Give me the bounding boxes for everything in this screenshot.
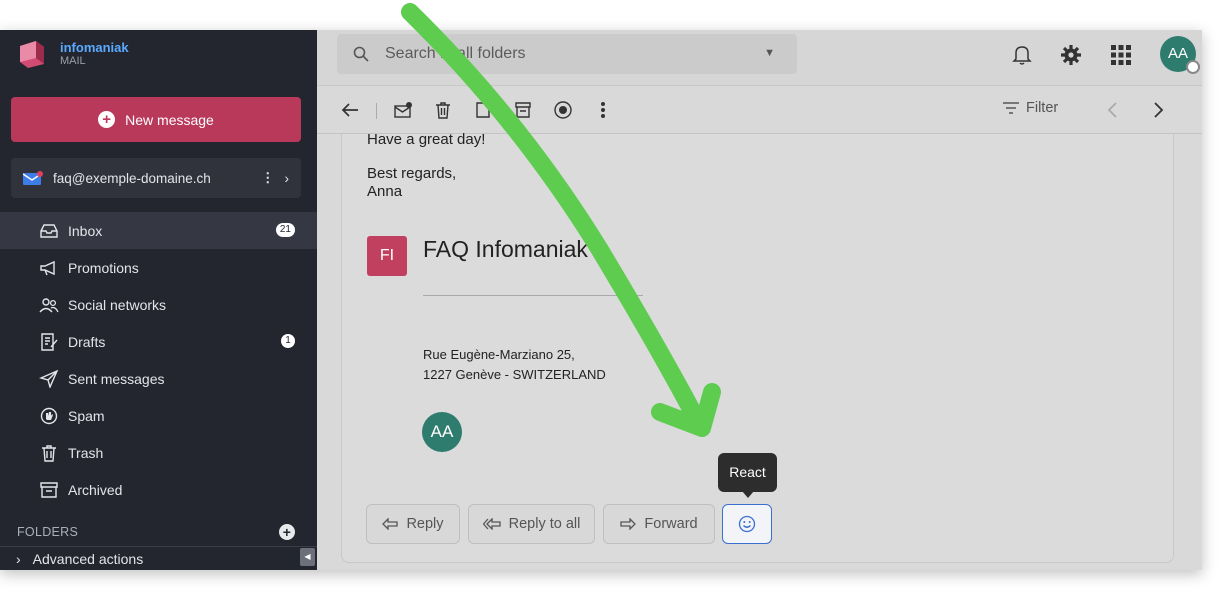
trash-icon [38, 443, 60, 463]
brand-product: MAIL [60, 55, 86, 68]
search-icon [353, 46, 369, 62]
search-input[interactable]: Search in all folders ▼ [337, 34, 797, 74]
reply-label: Reply [406, 516, 444, 532]
body-line: Best regards, [367, 165, 457, 182]
signature-address: Rue Eugène-Marziano 25, 1227 Genève - SW… [423, 345, 606, 385]
brand-name: infomaniak [60, 39, 129, 55]
forward-icon [620, 518, 637, 530]
signature-name: FAQ Infomaniak [423, 236, 588, 262]
message-toolbar: Filter [317, 87, 1202, 134]
unread-badge: 21 [275, 223, 295, 237]
mark-unread-icon[interactable] [392, 99, 414, 121]
spam-icon[interactable] [552, 99, 574, 121]
account-selector[interactable]: faq@exemple-domaine.ch ⋮ › [11, 158, 301, 198]
sidebar-item-label: Social networks [68, 296, 167, 313]
address-line: 1227 Genève - SWITZERLAND [423, 367, 606, 382]
draft-count-badge: 1 [281, 334, 295, 348]
previous-chevron-icon[interactable] [1101, 99, 1123, 121]
main-panel: Search in all folders ▼ AA Filter Have a… [317, 30, 1202, 570]
inbox-icon [38, 221, 60, 241]
sidebar-item-trash[interactable]: Trash [0, 434, 317, 471]
body-line: Have a great day! [367, 131, 486, 148]
new-message-button[interactable]: + New message [11, 97, 301, 142]
filter-icon [1003, 102, 1019, 114]
people-icon [38, 295, 60, 315]
signature-divider [423, 295, 643, 296]
chevron-right-icon[interactable]: › [285, 171, 290, 186]
reply-icon [382, 518, 399, 530]
sidebar-item-label: Sent messages [68, 370, 165, 387]
sidebar-item-label: Drafts [68, 333, 106, 350]
sidebar-item-promotions[interactable]: Promotions [0, 249, 317, 286]
next-chevron-icon[interactable] [1148, 99, 1170, 121]
message-body: Have a great day! Best regards, Anna FI … [341, 131, 1174, 563]
filter-button[interactable]: Filter [1003, 100, 1058, 116]
react-tooltip: React [718, 453, 777, 498]
advanced-actions-label: Advanced actions [32, 550, 144, 567]
folders-label: FOLDERS [17, 525, 79, 539]
sidebar-item-label: Trash [68, 444, 104, 461]
folders-header: FOLDERS + [0, 518, 317, 546]
move-folder-icon[interactable] [472, 99, 494, 121]
body-line: Anna [367, 183, 403, 200]
sidebar: infomaniak MAIL + New message faq@exempl… [0, 30, 317, 570]
reply-all-button[interactable]: Reply to all [468, 504, 595, 544]
smiley-icon [738, 515, 756, 533]
more-vertical-icon[interactable]: ⋮ [261, 170, 275, 186]
bell-icon[interactable] [1012, 44, 1032, 71]
forward-button[interactable]: Forward [603, 504, 715, 544]
trash-icon[interactable] [432, 99, 454, 121]
gear-icon[interactable] [1060, 44, 1082, 71]
add-folder-icon[interactable]: + [279, 524, 295, 540]
sidebar-item-spam[interactable]: Spam [0, 397, 317, 434]
toolbar-divider [376, 103, 377, 119]
reply-all-icon [482, 518, 501, 530]
megaphone-icon [38, 258, 60, 278]
spam-icon [38, 406, 60, 426]
top-bar: Search in all folders ▼ AA [317, 30, 1202, 86]
envelope-icon [22, 171, 43, 185]
collapse-sidebar-icon[interactable]: ◀ [300, 548, 315, 566]
address-line: Rue Eugène-Marziano 25, [423, 347, 575, 362]
filter-label: Filter [1026, 100, 1059, 116]
avatar-initials: AA [1167, 45, 1188, 62]
infomaniak-logo-icon [14, 37, 48, 71]
sidebar-item-inbox[interactable]: Inbox 21 [0, 212, 317, 249]
sidebar-item-label: Promotions [68, 259, 139, 276]
mail-app: infomaniak MAIL + New message faq@exempl… [0, 30, 1202, 570]
sidebar-item-sent[interactable]: Sent messages [0, 360, 317, 397]
sidebar-item-social[interactable]: Social networks [0, 286, 317, 323]
reply-button[interactable]: Reply [366, 504, 460, 544]
search-placeholder: Search in all folders [385, 45, 526, 62]
brand[interactable]: infomaniak MAIL [14, 36, 129, 72]
signature-logo: FI [367, 236, 407, 276]
back-arrow-icon[interactable] [339, 99, 361, 121]
react-button[interactable] [722, 504, 772, 544]
new-message-label: New message [125, 111, 214, 128]
sidebar-item-label: Spam [68, 407, 105, 424]
avatar[interactable]: AA [1160, 36, 1200, 74]
sidebar-item-archived[interactable]: Archived [0, 471, 317, 508]
sidebar-item-label: Archived [68, 481, 123, 498]
sender-avatar: AA [422, 412, 462, 452]
reply-all-label: Reply to all [508, 516, 581, 532]
forward-label: Forward [644, 516, 698, 532]
advanced-actions[interactable]: › Advanced actions [0, 546, 317, 570]
account-email: faq@exemple-domaine.ch [53, 170, 211, 186]
send-icon [38, 369, 60, 389]
sidebar-item-drafts[interactable]: Drafts 1 [0, 323, 317, 360]
archive-icon [38, 480, 60, 500]
more-vertical-icon[interactable] [592, 99, 614, 121]
folder-nav: Inbox 21 Promotions Social networks Draf… [0, 212, 317, 508]
chevron-right-icon: › [16, 550, 21, 567]
caret-down-icon[interactable]: ▼ [764, 47, 775, 59]
archive-icon[interactable] [512, 99, 534, 121]
draft-icon [38, 332, 60, 352]
apps-grid-icon[interactable] [1111, 45, 1131, 70]
status-dot-icon [1186, 60, 1200, 74]
sidebar-item-label: Inbox [68, 222, 103, 239]
plus-icon: + [98, 111, 116, 128]
